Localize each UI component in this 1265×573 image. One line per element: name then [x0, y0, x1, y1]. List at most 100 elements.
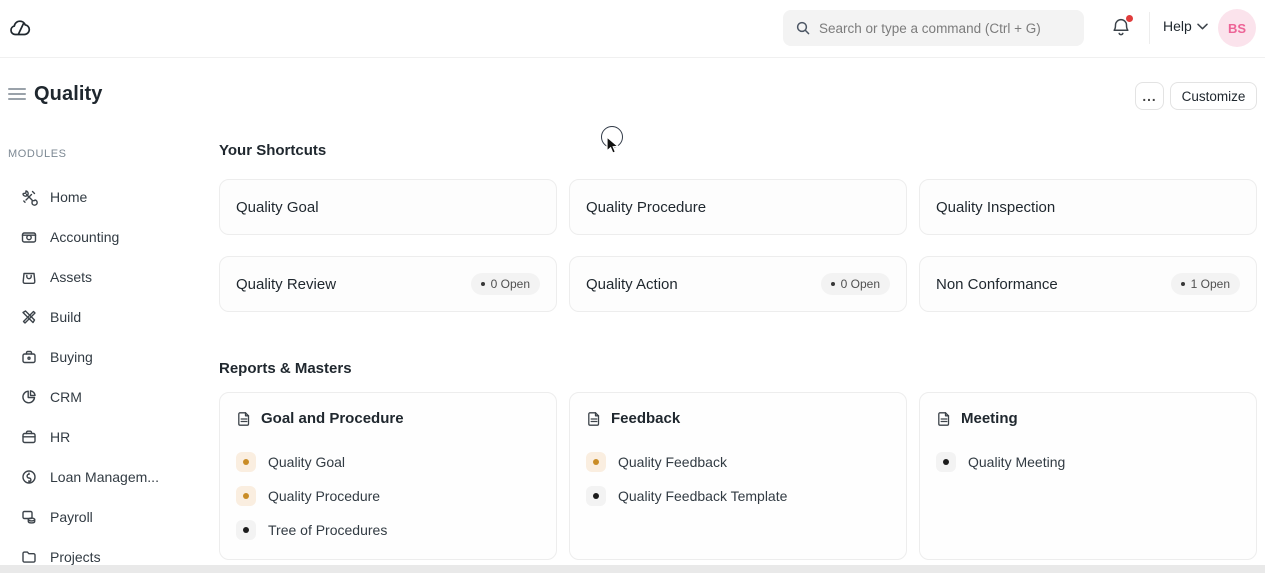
sidebar-item-assets[interactable]: Assets	[0, 257, 219, 297]
sidebar-module-list: Home Accounting Assets	[0, 177, 219, 573]
topbar-divider	[1149, 12, 1150, 44]
badge-text: 1 Open	[1191, 277, 1230, 291]
badge-text: 0 Open	[491, 277, 530, 291]
link-label: Quality Procedure	[268, 488, 380, 504]
link-label: Tree of Procedures	[268, 522, 387, 538]
shortcut-quality-inspection[interactable]: Quality Inspection	[919, 179, 1257, 235]
open-count-badge: 0 Open	[471, 273, 540, 295]
open-count-badge: 0 Open	[821, 273, 890, 295]
sidebar-item-label: Buying	[50, 349, 93, 365]
reports-masters-heading: Reports & Masters	[219, 360, 352, 377]
home-tools-icon	[20, 188, 38, 206]
hr-briefcase-icon	[20, 428, 38, 446]
shortcut-label: Quality Action	[586, 276, 821, 293]
shortcut-label: Quality Review	[236, 276, 471, 293]
sidebar-item-build[interactable]: Build	[0, 297, 219, 337]
shortcut-label: Quality Inspection	[936, 199, 1240, 216]
shortcut-quality-goal[interactable]: Quality Goal	[219, 179, 557, 235]
card-header: Goal and Procedure	[236, 410, 540, 427]
search-icon	[795, 20, 811, 36]
open-count-badge: 1 Open	[1171, 273, 1240, 295]
sidebar-toggle-icon[interactable]	[8, 88, 26, 102]
link-quality-goal[interactable]: Quality Goal	[236, 445, 540, 479]
sidebar-item-hr[interactable]: HR	[0, 417, 219, 457]
badge-dot	[831, 282, 835, 286]
link-quality-feedback-template[interactable]: Quality Feedback Template	[586, 479, 890, 513]
loan-icon	[20, 468, 38, 486]
notification-unread-dot	[1126, 15, 1133, 22]
sidebar-item-label: CRM	[50, 389, 82, 405]
card-feedback: Feedback Quality Feedback Quality Feedba…	[569, 392, 907, 560]
link-label: Quality Goal	[268, 454, 345, 470]
sidebar-item-label: Loan Managem...	[50, 469, 159, 485]
search-placeholder: Search or type a command (Ctrl + G)	[819, 21, 1041, 36]
link-tree-of-procedures[interactable]: Tree of Procedures	[236, 513, 540, 547]
app-window: Search or type a command (Ctrl + G) Help…	[0, 0, 1265, 573]
card-title: Goal and Procedure	[261, 410, 404, 427]
sidebar-item-label: Home	[50, 189, 87, 205]
link-label: Quality Feedback Template	[618, 488, 787, 504]
help-label: Help	[1163, 18, 1192, 34]
buying-briefcase-icon	[20, 348, 38, 366]
badge-dot	[1181, 282, 1185, 286]
sidebar-section-label: MODULES	[8, 148, 67, 160]
sidebar-item-label: Projects	[50, 549, 101, 565]
user-avatar[interactable]: BS	[1218, 9, 1256, 47]
shortcuts-heading: Your Shortcuts	[219, 142, 326, 159]
sidebar-item-loan-management[interactable]: Loan Managem...	[0, 457, 219, 497]
doctype-dot-icon	[936, 452, 956, 472]
build-hammer-icon	[20, 308, 38, 326]
sidebar-item-crm[interactable]: CRM	[0, 377, 219, 417]
sidebar-item-payroll[interactable]: Payroll	[0, 497, 219, 537]
doctype-dot-icon	[236, 452, 256, 472]
document-icon	[586, 411, 602, 427]
card-meeting: Meeting Quality Meeting	[919, 392, 1257, 560]
document-icon	[236, 411, 252, 427]
link-quality-meeting[interactable]: Quality Meeting	[936, 445, 1240, 479]
app-logo-icon[interactable]	[8, 16, 34, 42]
shortcut-non-conformance[interactable]: Non Conformance 1 Open	[919, 256, 1257, 312]
crm-pie-icon	[20, 388, 38, 406]
help-menu[interactable]: Help	[1163, 18, 1208, 34]
badge-dot	[481, 282, 485, 286]
sidebar-item-label: Payroll	[50, 509, 93, 525]
doctype-dot-icon	[236, 486, 256, 506]
shortcut-quality-review[interactable]: Quality Review 0 Open	[219, 256, 557, 312]
doctype-dot-icon	[586, 486, 606, 506]
more-options-button[interactable]: ...	[1135, 82, 1164, 110]
shortcut-quality-action[interactable]: Quality Action 0 Open	[569, 256, 907, 312]
search-input[interactable]: Search or type a command (Ctrl + G)	[783, 10, 1084, 46]
card-title: Feedback	[611, 410, 680, 427]
card-header: Meeting	[936, 410, 1240, 427]
sidebar-item-accounting[interactable]: Accounting	[0, 217, 219, 257]
link-label: Quality Meeting	[968, 454, 1065, 470]
customize-button[interactable]: Customize	[1170, 82, 1257, 110]
page-header	[0, 58, 1265, 130]
card-title: Meeting	[961, 410, 1018, 427]
sidebar-item-label: Build	[50, 309, 81, 325]
payroll-icon	[20, 508, 38, 526]
mouse-cursor	[605, 136, 621, 156]
shortcut-label: Quality Goal	[236, 199, 540, 216]
sidebar-item-label: Assets	[50, 269, 92, 285]
card-header: Feedback	[586, 410, 890, 427]
shortcut-label: Quality Procedure	[586, 199, 890, 216]
shortcut-label: Non Conformance	[936, 276, 1171, 293]
doctype-dot-icon	[586, 452, 606, 472]
link-quality-feedback[interactable]: Quality Feedback	[586, 445, 890, 479]
doctype-dot-icon	[236, 520, 256, 540]
sidebar-item-buying[interactable]: Buying	[0, 337, 219, 377]
document-icon	[936, 411, 952, 427]
topbar: Search or type a command (Ctrl + G) Help…	[0, 0, 1265, 58]
sidebar-item-label: Accounting	[50, 229, 119, 245]
page-title: Quality	[34, 83, 103, 106]
badge-text: 0 Open	[841, 277, 880, 291]
notifications-bell-icon[interactable]	[1110, 16, 1134, 40]
card-goal-and-procedure: Goal and Procedure Quality Goal Quality …	[219, 392, 557, 560]
window-bottom-edge	[0, 565, 1265, 573]
shortcut-quality-procedure[interactable]: Quality Procedure	[569, 179, 907, 235]
link-quality-procedure[interactable]: Quality Procedure	[236, 479, 540, 513]
accounting-cash-icon	[20, 228, 38, 246]
sidebar-item-home[interactable]: Home	[0, 177, 219, 217]
assets-bag-icon	[20, 268, 38, 286]
